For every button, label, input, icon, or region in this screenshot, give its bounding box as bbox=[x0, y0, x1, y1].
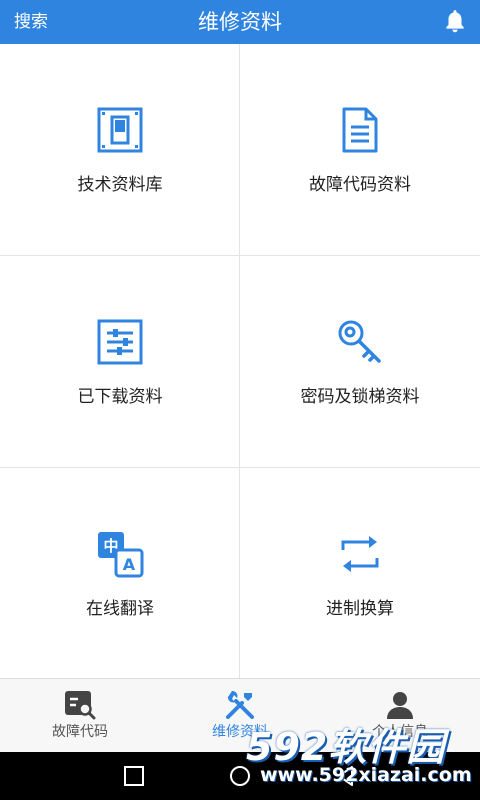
convert-arrows-icon bbox=[341, 536, 379, 572]
grid-item-downloaded[interactable]: 已下载资料 bbox=[0, 256, 240, 467]
document-icon bbox=[342, 107, 378, 153]
translate-icon: 中 A bbox=[98, 532, 144, 578]
tab-label: 故障代码 bbox=[52, 724, 108, 740]
grid-item-tech-library[interactable]: 技术资料库 bbox=[0, 44, 240, 255]
svg-text:A: A bbox=[123, 555, 136, 574]
grid-item-translate[interactable]: 中 A 在线翻译 bbox=[0, 468, 240, 679]
feature-grid: 技术资料库 故障代码资料 已下载资料 密码及锁梯资料 中 A 在线翻译 进制换算 bbox=[0, 44, 480, 678]
back-icon[interactable] bbox=[334, 764, 358, 788]
grid-item-label: 故障代码资料 bbox=[309, 175, 411, 195]
sliders-icon bbox=[97, 319, 143, 365]
tab-fault-codes[interactable]: 故障代码 bbox=[0, 679, 160, 753]
grid-item-fault-codes[interactable]: 故障代码资料 bbox=[240, 44, 480, 255]
bottom-tab-bar: 故障代码 维修资料 个人信息 bbox=[0, 678, 480, 753]
key-icon bbox=[338, 320, 381, 363]
grid-divider-horizontal bbox=[0, 255, 480, 256]
switch-panel-icon bbox=[97, 107, 143, 153]
grid-item-label: 已下载资料 bbox=[77, 387, 163, 407]
grid-item-label: 进制换算 bbox=[326, 599, 394, 619]
page-title: 维修资料 bbox=[198, 10, 282, 34]
grid-item-base-conversion[interactable]: 进制换算 bbox=[240, 468, 480, 679]
fault-code-search-icon bbox=[65, 691, 96, 720]
system-nav-bar bbox=[0, 752, 480, 800]
tab-repair-materials[interactable]: 维修资料 bbox=[160, 679, 320, 753]
person-icon bbox=[387, 692, 413, 719]
tab-label: 个人信息 bbox=[372, 724, 428, 740]
grid-item-label: 在线翻译 bbox=[86, 599, 154, 619]
top-app-bar: 搜索 维修资料 bbox=[0, 0, 480, 44]
grid-divider-horizontal bbox=[0, 467, 480, 468]
tab-personal-info[interactable]: 个人信息 bbox=[320, 679, 480, 753]
bell-icon[interactable] bbox=[442, 8, 468, 34]
grid-divider-vertical bbox=[239, 44, 240, 678]
grid-item-label: 密码及锁梯资料 bbox=[300, 387, 420, 407]
tab-label: 维修资料 bbox=[212, 724, 268, 740]
home-icon[interactable] bbox=[228, 764, 252, 788]
grid-item-passwords[interactable]: 密码及锁梯资料 bbox=[240, 256, 480, 467]
recents-icon[interactable] bbox=[122, 764, 146, 788]
tools-icon bbox=[226, 690, 254, 719]
grid-item-label: 技术资料库 bbox=[77, 175, 163, 195]
